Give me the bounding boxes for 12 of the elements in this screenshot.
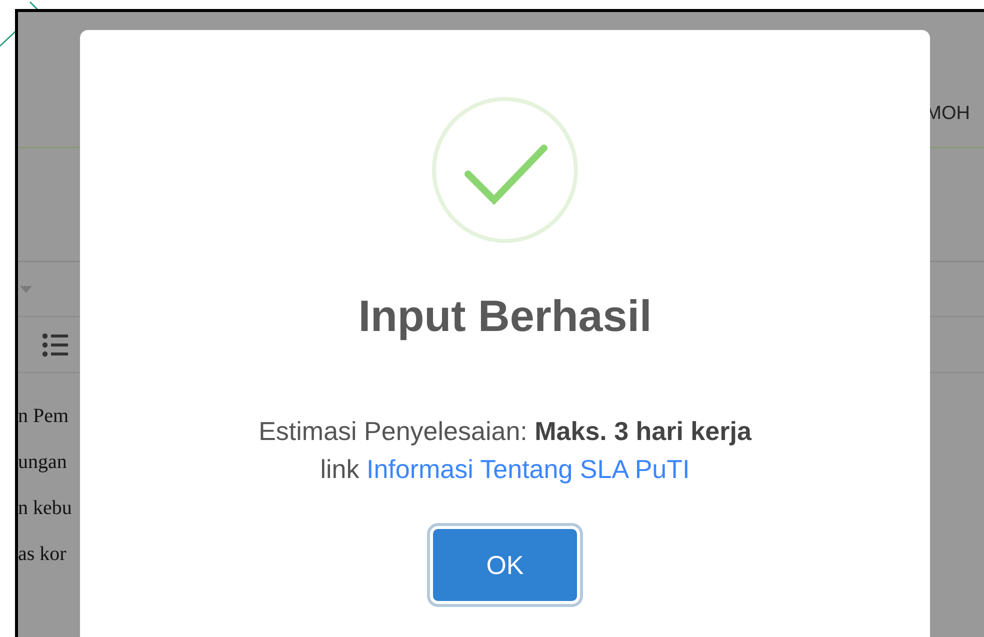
link-text: link Informasi Tentang SLA PuTI <box>320 453 690 486</box>
body-text: n Pem <box>18 404 69 429</box>
caret-icon <box>20 286 32 293</box>
dialog-title: Input Berhasil <box>358 292 652 342</box>
checkmark-icon <box>431 96 579 244</box>
body-text: as kor <box>18 542 66 567</box>
estimate-text: Estimasi Penyelesaian: Maks. 3 hari kerja <box>258 415 752 448</box>
ok-button[interactable]: OK <box>430 526 580 604</box>
body-text: ungan <box>18 450 67 475</box>
body-text: n kebu <box>18 496 72 521</box>
list-icon[interactable] <box>42 332 68 356</box>
sla-link[interactable]: Informasi Tentang SLA PuTI <box>366 454 690 484</box>
